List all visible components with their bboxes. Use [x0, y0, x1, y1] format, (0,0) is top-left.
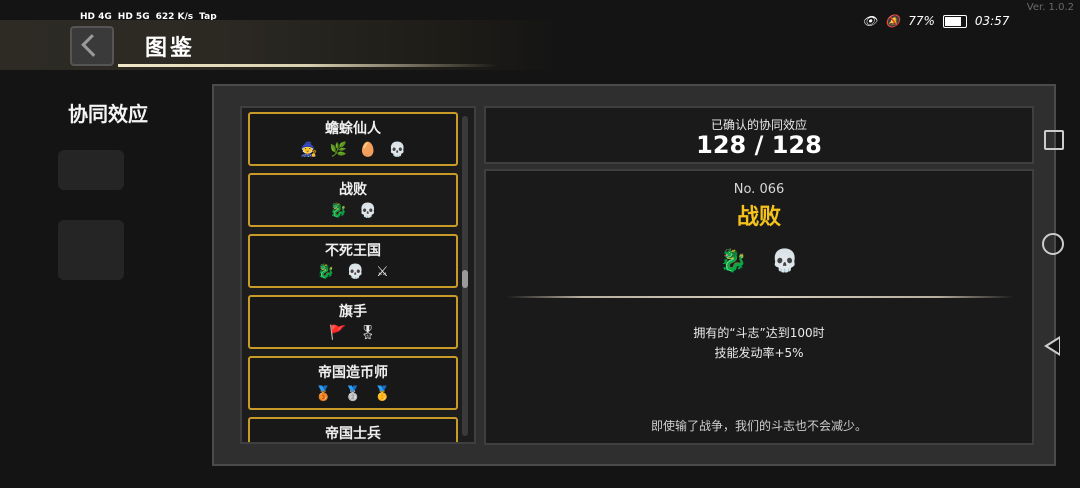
dragon-icon: 🐉	[329, 203, 347, 219]
skull-icon: 💀	[771, 249, 799, 274]
back-button[interactable]	[70, 26, 114, 66]
flavor-text: 即使输了战争，我们的斗志也不会减少。	[650, 419, 867, 433]
list-item-name: 不死王国	[325, 243, 381, 259]
sidebar-tab-ghost-2	[58, 220, 124, 280]
title-underline	[118, 64, 498, 67]
skull-icon: 💀	[359, 203, 377, 219]
list-item-name: 蟾蜍仙人	[325, 121, 381, 137]
recent-apps-button[interactable]	[1044, 130, 1064, 150]
counter-value: 128 / 128	[696, 131, 822, 159]
list-item-name: 帝国士兵	[325, 426, 381, 442]
synergy-detail: No. 066 战败 🐉 💀 拥有的“斗志”达到100时 技能发动率+5% 即使…	[484, 169, 1034, 445]
bronze-coin-icon: 🥉	[314, 386, 333, 402]
version-label: Ver. 1.0.2	[1026, 2, 1074, 13]
list-item[interactable]: 战败 🐉 💀	[248, 173, 458, 227]
dragon-icon: 🐉	[317, 264, 335, 280]
description-line-1: 拥有的“斗志”达到100时	[693, 326, 825, 340]
banner-icon: 🚩	[329, 325, 347, 341]
scrollbar-thumb[interactable]	[462, 270, 468, 288]
list-item[interactable]: 帝国造币师 🥉 🥈 🥇	[248, 356, 458, 410]
list-item-name: 旗手	[339, 304, 367, 320]
bell-off-icon: 🔕	[885, 14, 901, 28]
silver-coin-icon: 🥈	[344, 386, 362, 402]
list-item[interactable]: 蟾蜍仙人 🧙 🌿 🥚 💀	[248, 112, 458, 166]
battery-percent: 77%	[908, 14, 935, 28]
sidebar-heading: 协同效应	[68, 102, 148, 126]
synergy-description: 拥有的“斗志”达到100时 技能发动率+5%	[486, 323, 1032, 363]
herb-icon: 🌿	[329, 142, 347, 158]
list-item-name: 战败	[339, 182, 367, 198]
divider	[506, 296, 1014, 298]
list-item[interactable]: 旗手 🚩 🎖	[248, 295, 458, 349]
sidebar-tab-ghost	[58, 150, 124, 190]
synergy-counter: 已确认的协同效应 128 / 128	[484, 106, 1034, 164]
list-item[interactable]: 帝国士兵	[248, 417, 458, 442]
description-line-2: 技能发动率+5%	[714, 346, 804, 360]
clock: 03:57	[974, 14, 1010, 28]
egg-icon: 🥚	[359, 142, 377, 158]
crossed-swords-icon: ⚔	[376, 264, 389, 280]
synergy-title: 战败	[736, 205, 781, 230]
synergy-number: No. 066	[733, 182, 785, 197]
medal-icon: 🎖	[358, 325, 377, 341]
synergy-list[interactable]: 蟾蜍仙人 🧙 🌿 🥚 💀 战败 🐉 💀 不死王国 🐉 💀 ⚔ 旗手 🚩 🎖 帝国…	[240, 106, 476, 444]
skull-icon: 💀	[346, 264, 365, 280]
eye-icon: 👁	[862, 14, 878, 28]
list-item-name: 帝国造币师	[318, 365, 388, 381]
page-title: 图鉴	[145, 36, 196, 61]
skull-icon: 💀	[388, 142, 406, 158]
dragon-icon: 🐉	[719, 249, 747, 274]
home-button[interactable]	[1042, 233, 1064, 255]
battery-icon	[942, 14, 967, 28]
nav-back-button[interactable]	[1044, 336, 1060, 356]
list-item[interactable]: 不死王国 🐉 💀 ⚔	[248, 234, 458, 288]
wizard-icon: 🧙	[300, 142, 318, 158]
gold-coin-icon: 🥇	[373, 386, 392, 402]
